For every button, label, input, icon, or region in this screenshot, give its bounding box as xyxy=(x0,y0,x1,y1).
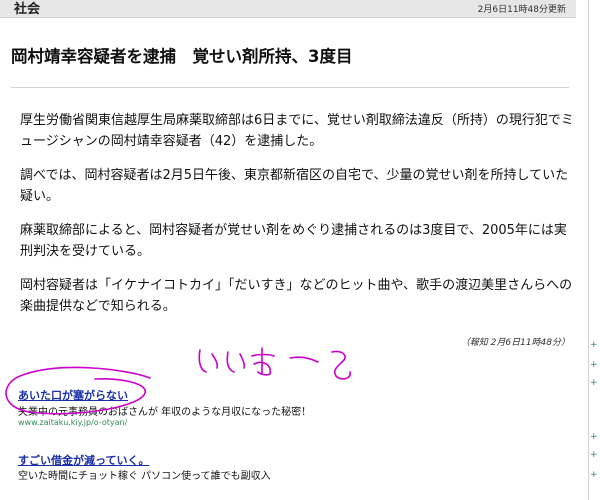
sidebar-mark[interactable]: + xyxy=(590,378,598,388)
section-label: 社会 xyxy=(14,2,41,17)
ad-2-title-link[interactable]: すごい借金が減っていく。 xyxy=(18,452,149,468)
scribble-char-4 xyxy=(289,356,319,363)
section-header-bar: 社会 2月6日11時48分更新 xyxy=(0,0,576,18)
scribble-char-3 xyxy=(251,347,275,376)
ad-1-title-link[interactable]: あいた口が塞がらない xyxy=(18,387,128,403)
article-credit: （報知 2月6日11時48分） xyxy=(460,338,570,348)
ad-1-url-link[interactable]: www.zaitaku.kiy.jp/o-otyan/ xyxy=(18,418,127,427)
right-sidebar-edge xyxy=(588,0,600,500)
sidebar-mark[interactable]: + xyxy=(590,360,598,370)
sidebar-mark[interactable]: + xyxy=(590,450,598,460)
headline-divider xyxy=(11,87,569,88)
article-paragraph-2: 調べでは、岡村容疑者は2月5日午後、東京都新宿区の自宅で、少量の覚せい剤を所持し… xyxy=(20,168,569,204)
article-headline: 岡村靖幸容疑者を逮捕 覚せい剤所持、3度目 xyxy=(11,47,353,66)
scribble-char-1 xyxy=(198,349,219,373)
sidebar-mark[interactable]: + xyxy=(590,470,598,480)
article-paragraph-3: 麻薬取締部によると、岡村容疑者が覚せい剤をめぐり逮捕されるのは3度目で、2005… xyxy=(20,223,567,259)
article-paragraph-4: 岡村容疑者は「イケナイコトカイ」「だいすき」などのヒット曲や、歌手の渡辺美里さん… xyxy=(20,278,573,314)
ad-2-text: 空いた時間にチョット稼ぐ パソコン使って誰でも副収入 xyxy=(18,471,271,482)
article-paragraph-1: 厚生労働省関東信越厚生局麻薬取締部は6日までに、覚せい剤取締法違反（所持）の現行… xyxy=(20,113,574,149)
sidebar-mark[interactable]: + xyxy=(590,432,598,442)
sidebar-mark[interactable]: + xyxy=(590,340,598,350)
updated-timestamp: 2月6日11時48分更新 xyxy=(477,5,566,15)
scribble-char-5 xyxy=(331,350,352,380)
ad-1-text: 失業中の元事務員のおばさんが 年収のような月収になった秘密！ xyxy=(18,407,312,418)
scribble-char-2 xyxy=(226,351,246,373)
